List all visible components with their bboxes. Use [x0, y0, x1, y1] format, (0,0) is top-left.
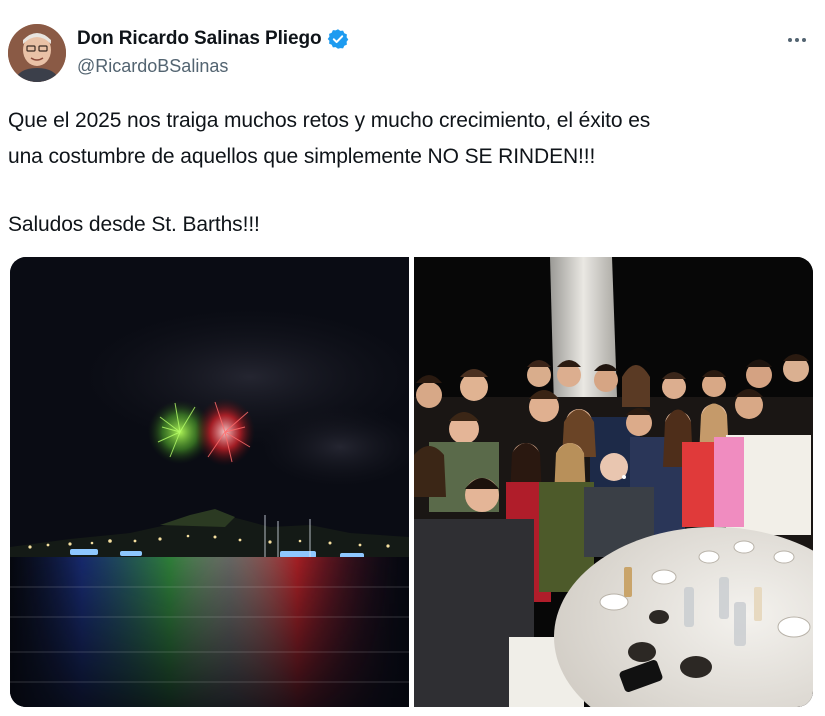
author-block: Don Ricardo Salinas Pliego @RicardoBSali… — [77, 28, 349, 77]
more-options-icon[interactable] — [783, 26, 811, 54]
display-name-row: Don Ricardo Salinas Pliego — [77, 28, 349, 50]
media-photo-group[interactable] — [414, 257, 813, 707]
handle[interactable]: @RicardoBSalinas — [77, 56, 349, 77]
media-grid — [10, 257, 813, 707]
tweet-text-line: Saludos desde St. Barths!!! — [8, 213, 260, 236]
display-name[interactable]: Don Ricardo Salinas Pliego — [77, 28, 322, 50]
verified-badge-icon[interactable] — [327, 28, 349, 50]
profile-photo-icon — [8, 24, 66, 82]
group-dinner-photo-image — [414, 257, 813, 707]
tweet-card: Don Ricardo Salinas Pliego @RicardoBSali… — [0, 0, 825, 716]
tweet-text: Que el 2025 nos traiga muchos retos y mu… — [8, 103, 808, 243]
media-photo-fireworks[interactable] — [10, 257, 409, 707]
tweet-text-line: Que el 2025 nos traiga muchos retos y mu… — [8, 109, 651, 132]
avatar[interactable] — [8, 24, 66, 82]
fireworks-photo-image — [10, 257, 409, 707]
tweet-text-line: una costumbre de aquellos que simplement… — [8, 145, 596, 168]
